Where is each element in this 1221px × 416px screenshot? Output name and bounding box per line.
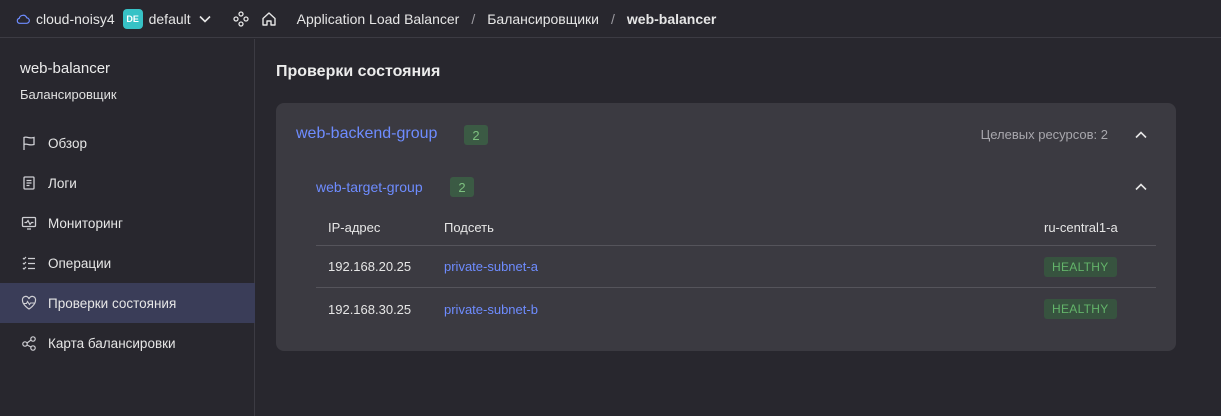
table-row: 192.168.30.25 private-subnet-b HEALTHY [316,288,1156,330]
page-title: Проверки состояния [276,63,441,80]
main-content: Проверки состояния web-backend-group 2 Ц… [256,39,1221,416]
share-map-icon [20,334,38,352]
backend-group-card: web-backend-group 2 Целевых ресурсов: 2 … [276,103,1176,351]
sidebar-nav: Обзор Логи Мониторинг Операции Проверки … [0,123,255,363]
backend-group-link[interactable]: web-backend-group [296,125,437,143]
targets-count: Целевых ресурсов: 2 [980,127,1108,142]
sidebar-item-label: Мониторинг [48,215,123,231]
resource-type: Балансировщик [20,87,117,102]
breadcrumb-current: web-balancer [626,10,717,27]
sidebar-item-label: Карта балансировки [48,335,176,351]
sidebar-item-balancing-map[interactable]: Карта балансировки [0,323,255,363]
table-header: IP-адрес Подсеть ru-central1-a [316,209,1156,246]
backend-group-count-badge: 2 [464,125,488,145]
subnet-link[interactable]: private-subnet-a [444,259,538,274]
column-header-subnet: Подсеть [444,219,494,235]
operations-icon [20,254,38,272]
monitor-icon [20,214,38,232]
top-bar: cloud-noisy4 DE default Application Load… [0,0,1221,38]
target-group-count-badge: 2 [450,177,474,197]
home-icon[interactable] [259,9,279,29]
folder-badge: DE [122,8,143,29]
cloud-selector[interactable]: cloud-noisy4 DE default [16,8,217,29]
status-badge: HEALTHY [1044,256,1117,277]
sidebar: web-balancer Балансировщик Обзор Логи Мо… [0,39,255,416]
status-badge: HEALTHY [1044,299,1117,319]
breadcrumb-balancers[interactable]: Балансировщики [487,11,599,27]
breadcrumb-alb[interactable]: Application Load Balancer [297,11,460,27]
ip-address: 192.168.20.25 [328,259,412,274]
ip-address: 192.168.30.25 [328,301,412,317]
flag-icon [20,134,38,152]
heartbeat-icon [20,294,38,312]
sidebar-item-operations[interactable]: Операции [0,243,255,283]
chevron-up-icon[interactable] [1134,128,1148,142]
column-header-zone: ru-central1-a [1044,219,1118,235]
log-icon [20,174,38,192]
sidebar-item-logs[interactable]: Логи [0,163,255,203]
cloud-name: cloud-noisy4 [36,10,115,27]
services-icon[interactable] [231,9,251,29]
breadcrumb: Application Load Balancer / Балансировщи… [297,11,717,27]
subnet-link[interactable]: private-subnet-b [444,302,538,317]
chevron-down-icon[interactable] [199,15,217,23]
sidebar-item-monitoring[interactable]: Мониторинг [0,203,255,243]
resource-title: web-balancer [20,60,111,77]
sidebar-item-label: Логи [48,175,77,191]
sidebar-item-health-checks[interactable]: Проверки состояния [0,283,255,323]
column-header-ip: IP-адрес [328,219,381,235]
folder-name: default [148,10,191,27]
sidebar-item-label: Обзор [48,135,87,151]
table-row: 192.168.20.25 private-subnet-a HEALTHY [316,246,1156,288]
sidebar-item-label: Операции [48,255,112,271]
sidebar-item-overview[interactable]: Обзор [0,123,255,163]
breadcrumb-separator: / [611,10,615,27]
targets-table: IP-адрес Подсеть ru-central1-a 192.168.2… [316,209,1156,330]
chevron-up-icon[interactable] [1134,180,1148,194]
sidebar-item-label: Проверки состояния [48,295,177,311]
cloud-icon [16,9,36,29]
breadcrumb-separator: / [471,10,476,27]
target-group-link[interactable]: web-target-group [316,179,423,195]
